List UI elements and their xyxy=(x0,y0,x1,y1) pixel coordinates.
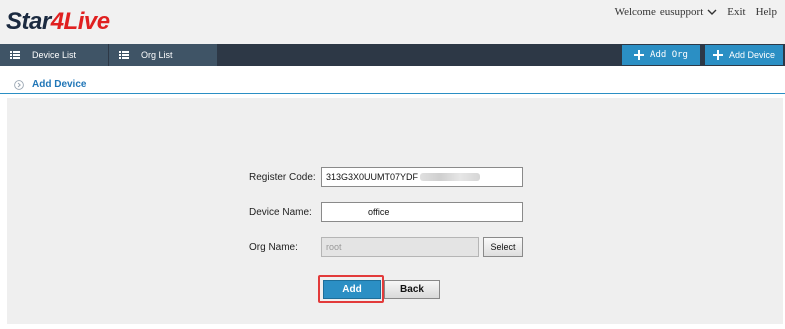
org-name-row: Org Name: Select xyxy=(249,237,523,257)
register-code-value: 313G3X0UUMT07YDF xyxy=(326,172,419,182)
exit-link[interactable]: Exit xyxy=(727,6,745,18)
list-icon xyxy=(119,51,129,59)
redacted-text xyxy=(420,173,481,181)
org-name-label: Org Name: xyxy=(249,241,298,253)
add-device-nav-button[interactable]: Add Device xyxy=(705,45,783,65)
logo-text-4live: 4Live xyxy=(50,8,110,35)
select-org-button[interactable]: Select xyxy=(483,237,523,257)
add-org-button[interactable]: Add Org xyxy=(622,45,700,65)
logo: Star4Live xyxy=(6,8,110,36)
register-code-input[interactable]: 313G3X0UUMT07YDF xyxy=(321,167,523,187)
register-code-label: Register Code: xyxy=(249,171,316,183)
register-code-row: Register Code: 313G3X0UUMT07YDF xyxy=(249,167,523,187)
tab-org-list-label: Org List xyxy=(141,50,173,60)
tab-device-list-label: Device List xyxy=(32,50,77,60)
page-title: Add Device xyxy=(32,79,87,90)
device-name-label: Device Name: xyxy=(249,206,312,218)
welcome-text: Welcome xyxy=(614,6,656,18)
username: eusupport xyxy=(659,6,704,18)
device-name-row: Device Name: xyxy=(249,202,523,222)
list-icon xyxy=(10,51,20,59)
back-button[interactable]: Back xyxy=(384,280,440,299)
app-header: Star4Live Welcome eusupport Exit Help xyxy=(0,0,785,44)
org-name-input xyxy=(321,237,479,257)
add-org-label: Add Org xyxy=(650,50,688,60)
chevron-down-icon xyxy=(707,9,717,15)
logo-text-star: Star xyxy=(6,8,51,35)
user-menu[interactable]: Welcome eusupport xyxy=(615,6,718,18)
tab-device-list[interactable]: Device List xyxy=(0,44,108,66)
help-link[interactable]: Help xyxy=(756,6,777,18)
device-name-input[interactable] xyxy=(321,202,523,222)
chevron-right-circle-icon xyxy=(14,79,24,90)
plus-icon xyxy=(634,50,645,60)
nav-bar: Device List Org List Add Org Add Device xyxy=(0,44,785,66)
add-device-nav-label: Add Device xyxy=(728,50,776,60)
user-menu-area: Welcome eusupport Exit Help xyxy=(615,6,777,18)
tab-org-list[interactable]: Org List xyxy=(109,44,217,66)
section-header: Add Device xyxy=(0,76,785,94)
plus-icon xyxy=(712,50,723,60)
add-button[interactable]: Add xyxy=(323,280,381,299)
